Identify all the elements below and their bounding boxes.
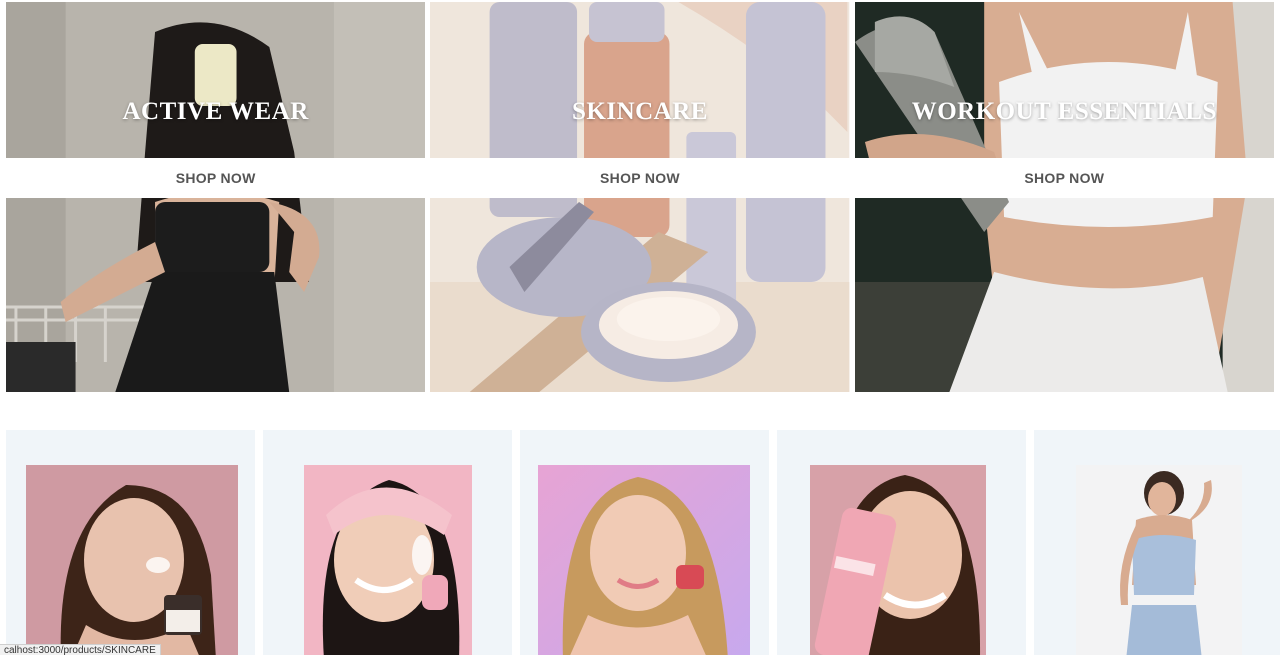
category-card-skincare[interactable]: SKINCARE SHOP NOW bbox=[430, 2, 850, 392]
category-card-workout-essentials[interactable]: WORKOUT ESSENTIALS SHOP NOW bbox=[854, 2, 1274, 392]
category-title: WORKOUT ESSENTIALS bbox=[911, 98, 1217, 125]
link-preview-status-bar: calhost:3000/products/SKINCARE bbox=[0, 644, 161, 655]
shop-now-button[interactable]: SHOP NOW bbox=[854, 158, 1274, 198]
woman-applying-face-cream-photo bbox=[26, 465, 238, 655]
product-card[interactable] bbox=[1034, 430, 1280, 655]
woman-with-pink-tube-photo bbox=[810, 465, 986, 655]
category-banners: ACTIVE WEAR SHOP NOW SKINCARE SHOP NOW W… bbox=[6, 2, 1274, 392]
category-title: SKINCARE bbox=[572, 98, 708, 125]
woman-in-blue-activewear-photo bbox=[1076, 465, 1242, 655]
product-card[interactable] bbox=[6, 430, 255, 655]
product-card[interactable] bbox=[520, 430, 769, 655]
product-card[interactable] bbox=[777, 430, 1026, 655]
woman-with-headband-skincare-photo bbox=[304, 465, 472, 655]
shop-now-button[interactable]: SHOP NOW bbox=[6, 158, 426, 198]
product-grid bbox=[6, 430, 1280, 655]
product-card[interactable] bbox=[263, 430, 512, 655]
category-title: ACTIVE WEAR bbox=[122, 98, 309, 125]
woman-with-lip-balm-photo bbox=[538, 465, 750, 655]
shop-now-button[interactable]: SHOP NOW bbox=[430, 158, 850, 198]
category-card-active-wear[interactable]: ACTIVE WEAR SHOP NOW bbox=[6, 2, 426, 392]
